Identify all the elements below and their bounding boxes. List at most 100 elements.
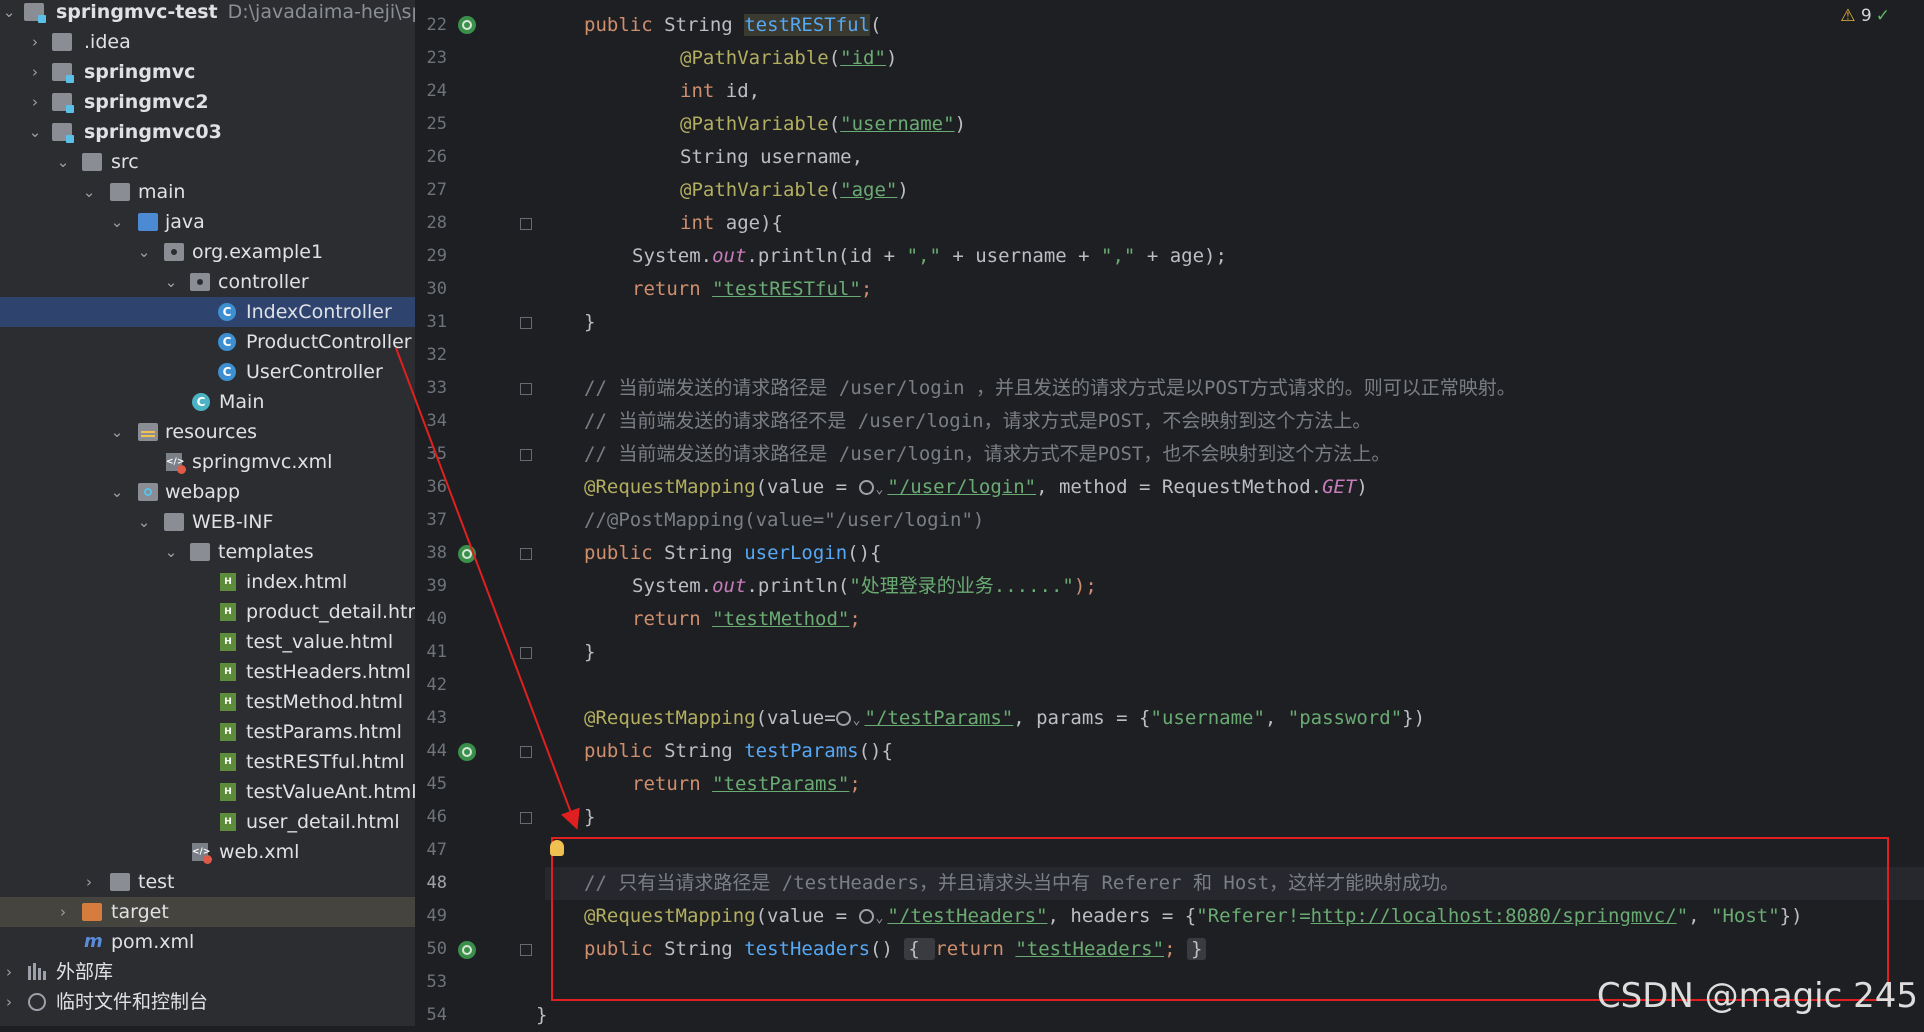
tree-item-index-html[interactable]: H index.html <box>0 567 415 597</box>
chevron-right-icon[interactable]: › <box>54 897 72 927</box>
code-comment-37[interactable]: //@PostMapping(value="/user/login") <box>584 504 984 537</box>
tree-item-testparams-html[interactable]: H testParams.html <box>0 717 415 747</box>
code-comment-33[interactable]: // 当前端发送的请求路径是 /user/login ，并且发送的请求方式是以P… <box>584 372 1516 405</box>
chevron-down-icon[interactable]: ⌄ <box>26 117 44 147</box>
request-mapping-gutter-icon[interactable] <box>458 743 476 761</box>
tree-item-root[interactable]: ⌄ springmvc-testD:\javadaima-heji\spring <box>0 0 415 27</box>
tree-item-testmethod-html[interactable]: H testMethod.html <box>0 687 415 717</box>
chevron-right-icon[interactable]: › <box>26 27 44 57</box>
code-line-29[interactable]: System.out.println(id + "," + username +… <box>632 240 1227 273</box>
chevron-down-icon[interactable]: ⌄ <box>54 147 72 177</box>
code-line-24[interactable]: int id, <box>680 75 760 108</box>
code-line-23[interactable]: @PathVariable("id") <box>680 42 897 75</box>
tree-item-src[interactable]: ⌄ src <box>0 147 415 177</box>
code-line-45[interactable]: return "testParams"; <box>632 768 861 801</box>
chevron-down-icon[interactable]: ⌄ <box>0 0 18 27</box>
code-line-28[interactable]: int age){ <box>680 207 783 240</box>
code-comment-35[interactable]: // 当前端发送的请求路径是 /user/login，请求方式不是POST，也不… <box>584 438 1390 471</box>
chevron-right-icon[interactable]: › <box>0 987 18 1017</box>
chevron-down-icon[interactable]: ⌄ <box>135 507 153 537</box>
tree-item-usercontroller[interactable]: C UserController <box>0 357 415 387</box>
tree-item-templates[interactable]: ⌄ templates <box>0 537 415 567</box>
chevron-down-icon[interactable]: ⌄ <box>80 177 98 207</box>
tree-item-web-inf[interactable]: ⌄ WEB-INF <box>0 507 415 537</box>
tree-item-main[interactable]: ⌄ main <box>0 177 415 207</box>
globe-icon[interactable] <box>835 711 851 726</box>
tree-item-label: springmvc-testD:\javadaima-heji\spring <box>56 1 415 23</box>
chevron-right-icon[interactable]: › <box>26 57 44 87</box>
code-line-31[interactable]: } <box>584 306 595 339</box>
fold-marker-icon[interactable] <box>520 449 532 461</box>
chevron-down-icon[interactable]: ⌄ <box>108 207 126 237</box>
fold-marker-icon[interactable] <box>520 383 532 395</box>
code-line-22[interactable]: public String testRESTful( <box>584 9 881 42</box>
tree-item-webapp[interactable]: ⌄ webapp <box>0 477 415 507</box>
chevron-down-icon[interactable]: ⌄ <box>853 713 861 728</box>
fold-marker-icon[interactable] <box>520 548 532 560</box>
chevron-right-icon[interactable]: › <box>26 87 44 117</box>
code-line-43[interactable]: @RequestMapping(value= ⌄ "/testParams", pa… <box>584 702 1425 735</box>
tree-item-testrestful-html[interactable]: H testRESTful.html <box>0 747 415 777</box>
code-line-36[interactable]: @RequestMapping(value = ⌄ "/user/login", … <box>584 471 1368 504</box>
code-line-26[interactable]: String username, <box>680 141 863 174</box>
tree-item-java[interactable]: ⌄ java <box>0 207 415 237</box>
code-line-44[interactable]: public String testParams(){ <box>584 735 893 768</box>
code-line-30[interactable]: return "testRESTful"; <box>632 273 872 306</box>
request-mapping-gutter-icon[interactable] <box>458 16 476 34</box>
chevron-right-icon[interactable]: › <box>0 957 18 987</box>
tree-item-idea[interactable]: › .idea <box>0 27 415 57</box>
tree-item-testvalueant-html[interactable]: H testValueAnt.html <box>0 777 415 807</box>
tree-item-org-example1[interactable]: ⌄ org.example1 <box>0 237 415 267</box>
tree-item-springmvc2[interactable]: › springmvc2 <box>0 87 415 117</box>
check-icon: ✓ <box>1875 6 1890 26</box>
fold-marker-icon[interactable] <box>520 317 532 329</box>
tree-item-springmvc-xml[interactable]: </> springmvc.xml <box>0 447 415 477</box>
tree-item-controller[interactable]: ⌄ controller <box>0 267 415 297</box>
chevron-down-icon[interactable]: ⌄ <box>108 417 126 447</box>
tree-item-indexcontroller[interactable]: C IndexController <box>0 297 415 327</box>
tree-item-test[interactable]: › test <box>0 867 415 897</box>
globe-icon[interactable] <box>858 480 874 495</box>
tree-item-web-xml[interactable]: </> web.xml <box>0 837 415 867</box>
tree-item-resources[interactable]: ⌄ resources <box>0 417 415 447</box>
tree-item-testheaders-html[interactable]: H testHeaders.html <box>0 657 415 687</box>
fold-marker-icon[interactable] <box>520 218 532 230</box>
tree-item-pom-xml[interactable]: m pom.xml <box>0 927 415 957</box>
fold-marker-icon[interactable] <box>520 812 532 824</box>
code-line-39[interactable]: System.out.println("处理登录的业务......"); <box>632 570 1097 603</box>
chevron-down-icon[interactable]: ⌄ <box>108 477 126 507</box>
project-tree-panel: ⌄ springmvc-testD:\javadaima-heji\spring… <box>0 0 415 1026</box>
inspection-widget[interactable]: ⚠ 9 ✓ <box>1840 6 1890 26</box>
tree-item-product-detail-html[interactable]: H product_detail.html <box>0 597 415 627</box>
chevron-down-icon[interactable]: ⌄ <box>876 482 884 497</box>
chevron-down-icon[interactable]: ⌄ <box>162 537 180 567</box>
fold-marker-icon[interactable] <box>520 647 532 659</box>
fold-marker-icon[interactable] <box>520 944 532 956</box>
chevron-down-icon[interactable]: ⌄ <box>135 237 153 267</box>
fold-marker-icon[interactable] <box>520 746 532 758</box>
tree-item-main-class[interactable]: C Main <box>0 387 415 417</box>
chevron-right-icon[interactable]: › <box>80 867 98 897</box>
intention-bulb-icon[interactable] <box>550 840 564 856</box>
request-mapping-gutter-icon[interactable] <box>458 545 476 563</box>
code-line-46[interactable]: } <box>584 801 595 834</box>
code-text: (value = <box>755 476 859 498</box>
tree-item-scratches[interactable]: › 临时文件和控制台 <box>0 987 415 1017</box>
code-line-41[interactable]: } <box>584 636 595 669</box>
code-line-27[interactable]: @PathVariable("age") <box>680 174 909 207</box>
code-line-40[interactable]: return "testMethod"; <box>632 603 861 636</box>
tree-item-target[interactable]: › target <box>0 897 415 927</box>
tree-item-productcontroller[interactable]: C ProductController <box>0 327 415 357</box>
code-line-25[interactable]: @PathVariable("username") <box>680 108 966 141</box>
tree-item-springmvc03[interactable]: ⌄ springmvc03 <box>0 117 415 147</box>
request-mapping-gutter-icon[interactable] <box>458 941 476 959</box>
method-name: testParams <box>744 740 859 762</box>
tree-item-springmvc[interactable]: › springmvc <box>0 57 415 87</box>
chevron-down-icon[interactable]: ⌄ <box>162 267 180 297</box>
tree-item-user-detail-html[interactable]: H user_detail.html <box>0 807 415 837</box>
code-comment-34[interactable]: // 当前端发送的请求路径不是 /user/login，请求方式是POST，不会… <box>584 405 1371 438</box>
tree-item-external-libraries[interactable]: › 外部库 <box>0 957 415 987</box>
code-line-54[interactable]: } <box>536 999 547 1032</box>
tree-item-test-value-html[interactable]: H test_value.html <box>0 627 415 657</box>
code-line-38[interactable]: public String userLogin(){ <box>584 537 881 570</box>
